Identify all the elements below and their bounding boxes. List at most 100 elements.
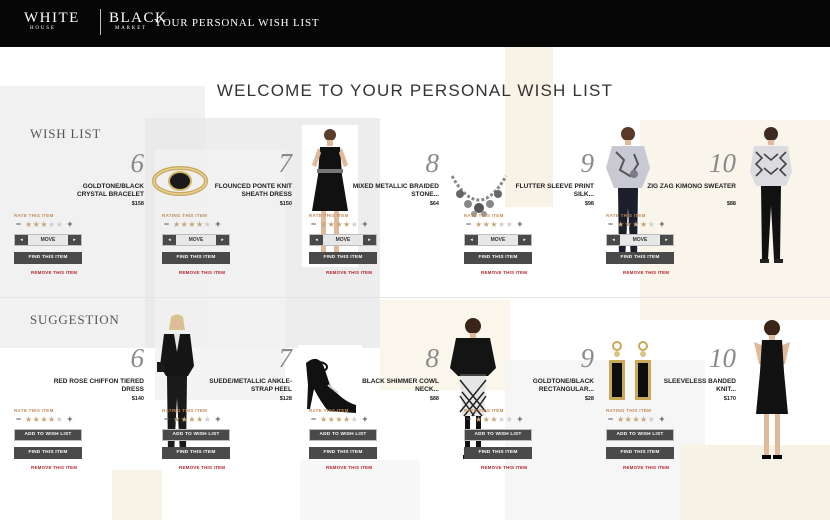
rating-minus-icon[interactable]: − <box>162 414 171 424</box>
find-this-item-button[interactable]: FIND THIS ITEM <box>464 447 532 459</box>
remove-item-link[interactable]: REMOVE THIS ITEM <box>623 465 669 470</box>
rating-plus-icon[interactable]: + <box>360 219 369 229</box>
rating-control: − ★★★★★ + <box>464 219 524 229</box>
rating-control: − ★★★★★ + <box>606 414 666 424</box>
rate-label: RATING THIS ITEM <box>606 408 652 413</box>
rating-plus-icon[interactable]: + <box>657 414 666 424</box>
rating-minus-icon[interactable]: − <box>162 219 171 229</box>
product-name[interactable]: FLOUNCED PONTE KNIT SHEATH DRESS <box>200 183 292 199</box>
rating-stars[interactable]: ★★★★★ <box>320 220 358 229</box>
find-this-item-button[interactable]: FIND THIS ITEM <box>464 252 532 264</box>
product-price: $128 <box>279 396 292 402</box>
product-name[interactable]: SUEDE/METALLIC ANKLE-STRAP HEEL <box>200 378 292 394</box>
logo-house-text: HOUSE <box>30 26 56 31</box>
product-name[interactable]: ZIG ZAG KIMONO SWEATER <box>644 183 736 191</box>
item-number: 7 <box>278 148 293 178</box>
find-this-item-button[interactable]: FIND THIS ITEM <box>162 252 230 264</box>
remove-item-link[interactable]: REMOVE THIS ITEM <box>481 465 527 470</box>
section-divider <box>0 297 830 298</box>
add-to-wish-list-button[interactable]: ADD TO WISH LIST <box>309 429 377 441</box>
product-image-kimono[interactable] <box>748 124 794 268</box>
remove-item-link[interactable]: REMOVE THIS ITEM <box>623 270 669 275</box>
rating-stars[interactable]: ★★★★★ <box>320 415 358 424</box>
top-bar: WHITE HOUSE BLACK MARKET YOUR PERSONAL W… <box>0 0 830 47</box>
product-name[interactable]: RED ROSE CHIFFON TIERED DRESS <box>52 378 144 394</box>
rating-minus-icon[interactable]: − <box>309 414 318 424</box>
rating-minus-icon[interactable]: − <box>606 414 615 424</box>
find-this-item-button[interactable]: FIND THIS ITEM <box>14 447 82 459</box>
product-name[interactable]: SLEEVELESS BANDED KNIT... <box>644 378 736 394</box>
rating-plus-icon[interactable]: + <box>515 219 524 229</box>
move-right-arrow-icon[interactable]: ▸ <box>68 235 81 245</box>
rating-stars[interactable]: ★★★★★ <box>25 415 63 424</box>
product-name[interactable]: MIXED METALLIC BRAIDED STONE... <box>347 183 439 199</box>
rating-minus-icon[interactable]: − <box>464 414 473 424</box>
remove-item-link[interactable]: REMOVE THIS ITEM <box>481 270 527 275</box>
rating-stars[interactable]: ★★★★★ <box>173 415 211 424</box>
remove-item-link[interactable]: REMOVE THIS ITEM <box>326 270 372 275</box>
remove-item-link[interactable]: REMOVE THIS ITEM <box>179 270 225 275</box>
move-button[interactable]: MOVE <box>478 235 518 245</box>
rating-stars[interactable]: ★★★★★ <box>173 220 211 229</box>
logo-market-text: MARKET <box>115 26 147 31</box>
product-name[interactable]: GOLDTONE/BLACK CRYSTAL BRACELET <box>52 183 144 199</box>
rating-plus-icon[interactable]: + <box>360 414 369 424</box>
product-price: $158 <box>131 201 144 207</box>
rating-plus-icon[interactable]: + <box>213 219 222 229</box>
rating-minus-icon[interactable]: − <box>14 219 23 229</box>
remove-item-link[interactable]: REMOVE THIS ITEM <box>31 465 77 470</box>
logo-divider <box>100 9 101 35</box>
rating-stars[interactable]: ★★★★★ <box>475 220 513 229</box>
add-to-wish-list-button[interactable]: ADD TO WISH LIST <box>464 429 532 441</box>
product-price: $88 <box>726 201 736 207</box>
find-this-item-button[interactable]: FIND THIS ITEM <box>162 447 230 459</box>
product-name[interactable]: BLACK SHIMMER COWL NECK... <box>347 378 439 394</box>
move-left-arrow-icon[interactable]: ◂ <box>465 235 478 245</box>
rating-plus-icon[interactable]: + <box>213 414 222 424</box>
move-right-arrow-icon[interactable]: ▸ <box>363 235 376 245</box>
move-left-arrow-icon[interactable]: ◂ <box>15 235 28 245</box>
find-this-item-button[interactable]: FIND THIS ITEM <box>309 447 377 459</box>
rating-minus-icon[interactable]: − <box>606 219 615 229</box>
product-price: $150 <box>279 201 292 207</box>
rate-label: RATE THIS ITEM <box>464 213 504 218</box>
rating-plus-icon[interactable]: + <box>515 414 524 424</box>
move-right-arrow-icon[interactable]: ▸ <box>660 235 673 245</box>
rating-minus-icon[interactable]: − <box>14 414 23 424</box>
rating-plus-icon[interactable]: + <box>657 219 666 229</box>
move-left-arrow-icon[interactable]: ◂ <box>163 235 176 245</box>
move-left-arrow-icon[interactable]: ◂ <box>310 235 323 245</box>
rating-minus-icon[interactable]: − <box>464 219 473 229</box>
rating-stars[interactable]: ★★★★★ <box>25 220 63 229</box>
product-image-sleeveless[interactable] <box>750 318 794 464</box>
remove-item-link[interactable]: REMOVE THIS ITEM <box>179 465 225 470</box>
rating-plus-icon[interactable]: + <box>65 219 74 229</box>
logo-white-text: WHITE <box>24 10 80 26</box>
remove-item-link[interactable]: REMOVE THIS ITEM <box>326 465 372 470</box>
move-button[interactable]: MOVE <box>323 235 363 245</box>
suggestion-item: 8 BLACK SHIMMER COWL NECK... $88 RATE TH… <box>295 345 445 495</box>
move-right-arrow-icon[interactable]: ▸ <box>216 235 229 245</box>
rating-stars[interactable]: ★★★★★ <box>475 415 513 424</box>
move-button[interactable]: MOVE <box>176 235 216 245</box>
rating-minus-icon[interactable]: − <box>309 219 318 229</box>
move-button[interactable]: MOVE <box>28 235 68 245</box>
move-right-arrow-icon[interactable]: ▸ <box>518 235 531 245</box>
product-price: $170 <box>723 396 736 402</box>
find-this-item-button[interactable]: FIND THIS ITEM <box>606 252 674 264</box>
rating-plus-icon[interactable]: + <box>65 414 74 424</box>
product-name[interactable]: GOLDTONE/BLACK RECTANGULAR... <box>502 378 594 394</box>
find-this-item-button[interactable]: FIND THIS ITEM <box>14 252 82 264</box>
rating-stars[interactable]: ★★★★★ <box>617 415 655 424</box>
find-this-item-button[interactable]: FIND THIS ITEM <box>606 447 674 459</box>
add-to-wish-list-button[interactable]: ADD TO WISH LIST <box>606 429 674 441</box>
add-to-wish-list-button[interactable]: ADD TO WISH LIST <box>162 429 230 441</box>
add-to-wish-list-button[interactable]: ADD TO WISH LIST <box>14 429 82 441</box>
product-name[interactable]: FLUTTER SLEEVE PRINT SILK... <box>502 183 594 199</box>
move-button[interactable]: MOVE <box>620 235 660 245</box>
find-this-item-button[interactable]: FIND THIS ITEM <box>309 252 377 264</box>
remove-item-link[interactable]: REMOVE THIS ITEM <box>31 270 77 275</box>
move-left-arrow-icon[interactable]: ◂ <box>607 235 620 245</box>
rate-label: RATE THIS ITEM <box>309 213 349 218</box>
rating-stars[interactable]: ★★★★★ <box>617 220 655 229</box>
